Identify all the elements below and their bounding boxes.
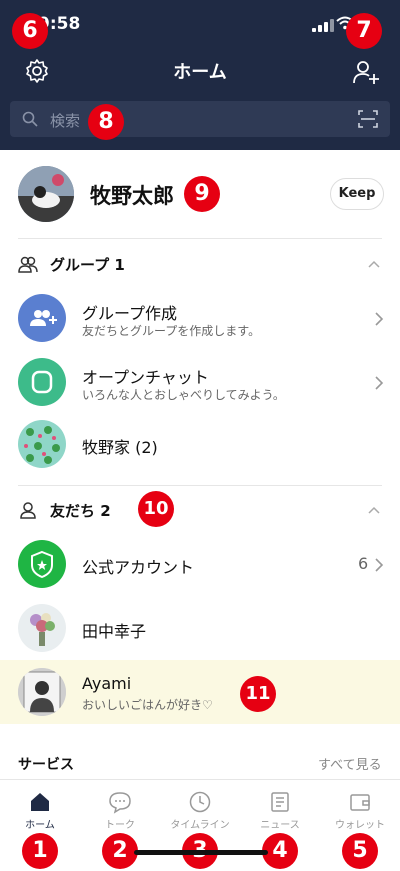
home-indicator[interactable]: [134, 850, 268, 855]
search-placeholder: 検索: [50, 112, 81, 130]
app-header: 9:58 ホーム 検索: [0, 0, 400, 150]
annotation-badge-5: 5: [342, 833, 378, 869]
annotation-badge-8: 8: [88, 104, 124, 140]
profile-avatar[interactable]: [18, 166, 74, 222]
item-name: グループ作成: [82, 304, 178, 323]
tab-label: トーク: [105, 820, 135, 831]
chevron-up-icon[interactable]: [368, 260, 380, 268]
services-label: サービス: [18, 757, 74, 773]
item-subtitle: いろんな人とおしゃべりしてみよう。: [82, 388, 285, 402]
annotation-badge-10: 10: [138, 491, 174, 527]
list-item-official-accounts[interactable]: 公式アカウント 6: [0, 532, 400, 596]
chevron-up-icon[interactable]: [368, 506, 380, 514]
item-count: 6: [358, 554, 369, 573]
item-name: 田中幸子: [82, 622, 147, 641]
chevron-right-icon: [375, 558, 384, 572]
tab-timeline[interactable]: タイムライン: [160, 780, 240, 840]
qr-scan-icon[interactable]: [358, 110, 378, 128]
tab-label: ウォレット: [335, 820, 385, 831]
item-subtitle: 友だちとグループを作成します。: [82, 324, 261, 338]
official-account-avatar: [18, 540, 66, 588]
status-bar: 9:58: [0, 0, 400, 48]
friends-section-label: 友だち 2: [50, 502, 111, 520]
annotation-badge-2: 2: [102, 833, 138, 869]
list-item-open-chat[interactable]: オープンチャット いろんな人とおしゃべりしてみよう。: [0, 350, 400, 414]
list-item-family-group[interactable]: 牧野家 (2): [0, 412, 400, 476]
news-icon: [271, 792, 289, 812]
talk-icon: [109, 792, 131, 814]
family-group-avatar: [18, 420, 66, 468]
divider: [18, 485, 382, 486]
groups-section-label: グループ 1: [50, 256, 125, 274]
annotation-badge-1: 1: [22, 833, 58, 869]
open-chat-avatar: [18, 358, 66, 406]
annotation-badge-9: 9: [184, 176, 220, 212]
friend-avatar: [18, 668, 66, 716]
group-add-avatar: [18, 294, 66, 342]
friend-avatar: [18, 604, 66, 652]
chevron-right-icon: [375, 376, 384, 390]
item-status-message: おいしいごはんが好き♡: [82, 698, 213, 712]
annotation-badge-6: 6: [12, 13, 48, 49]
keep-button[interactable]: Keep: [330, 178, 384, 210]
friends-section-header[interactable]: 友だち 2: [18, 498, 128, 522]
group-icon: [18, 256, 38, 273]
clock-icon: [189, 791, 211, 813]
chevron-right-icon: [375, 312, 384, 326]
item-name: 牧野家 (2): [82, 438, 158, 457]
divider: [18, 238, 382, 239]
tab-home[interactable]: ホーム: [0, 780, 80, 840]
tab-talk[interactable]: トーク: [80, 780, 160, 840]
annotation-badge-11: 11: [240, 676, 276, 712]
item-name: Ayami: [82, 674, 132, 693]
wallet-icon: [350, 794, 370, 811]
home-icon: [31, 793, 49, 811]
signal-icon: [312, 18, 334, 32]
annotation-badge-7: 7: [346, 13, 382, 49]
groups-section-header[interactable]: グループ 1: [18, 252, 382, 276]
item-name: 公式アカウント: [82, 558, 195, 577]
page-title: ホーム: [173, 62, 227, 83]
list-item-friend-ayami[interactable]: Ayami おいしいごはんが好き♡: [0, 660, 400, 724]
tab-label: タイムライン: [170, 820, 230, 831]
search-icon: [22, 111, 38, 127]
list-item-create-group[interactable]: グループ作成 友だちとグループを作成します。: [0, 286, 400, 350]
tab-wallet[interactable]: ウォレット: [320, 780, 400, 840]
tab-label: ニュース: [260, 820, 300, 831]
search-input[interactable]: 検索: [10, 101, 390, 137]
profile-name[interactable]: 牧野太郎: [90, 180, 174, 210]
item-name: オープンチャット: [82, 368, 209, 387]
see-all-link[interactable]: すべて見る: [318, 754, 382, 773]
add-friend-icon[interactable]: [352, 58, 380, 86]
tab-label: ホーム: [25, 820, 55, 831]
person-icon: [20, 502, 36, 519]
tab-news[interactable]: ニュース: [240, 780, 320, 840]
list-item-friend-tanaka[interactable]: 田中幸子: [0, 596, 400, 660]
